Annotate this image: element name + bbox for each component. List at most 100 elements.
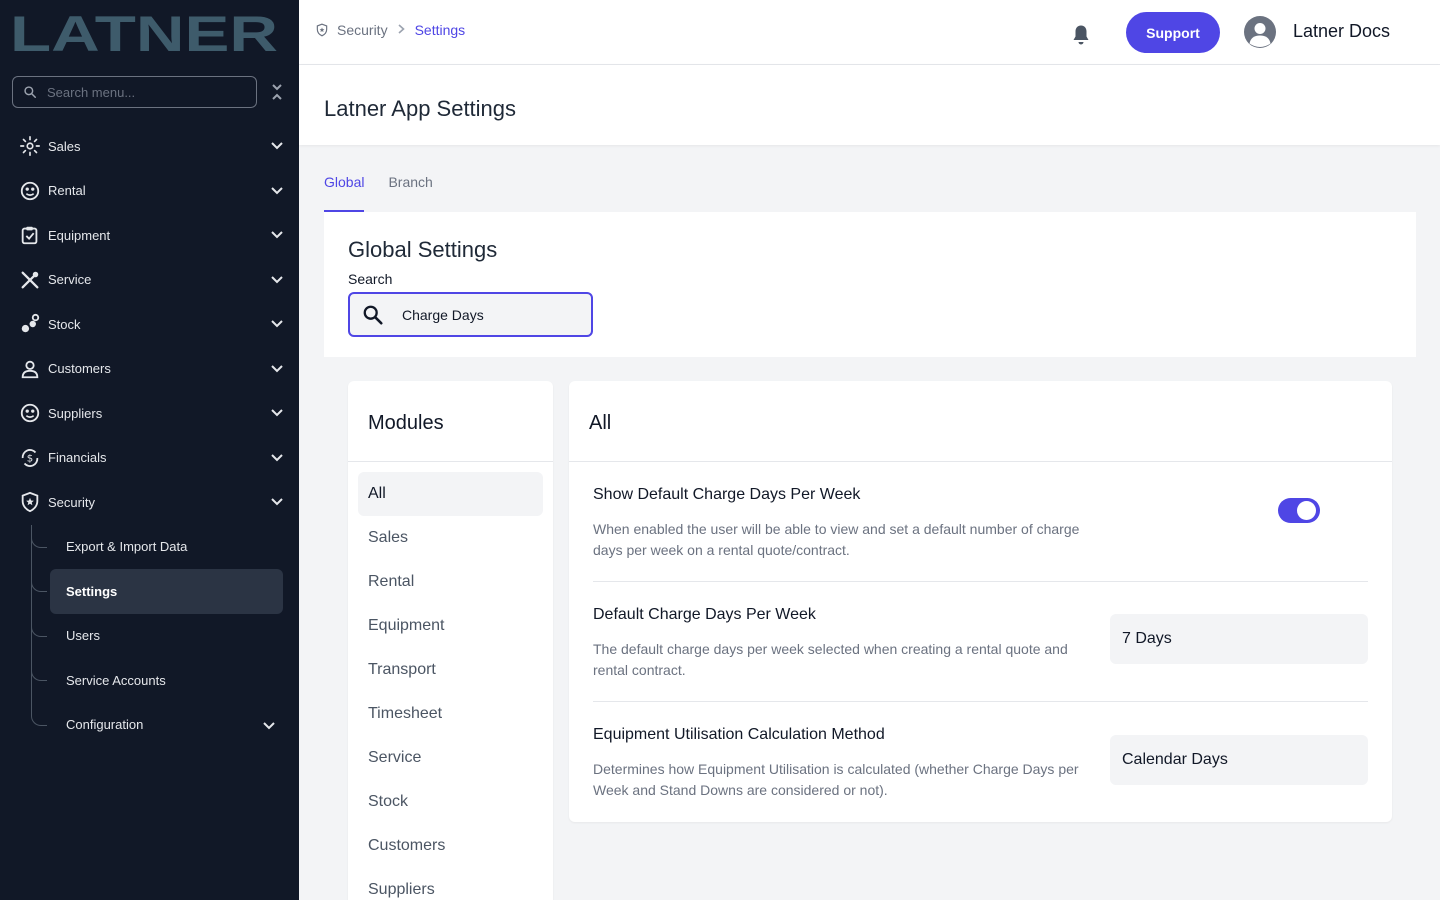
toggle-knob bbox=[1297, 501, 1316, 520]
bell-icon[interactable] bbox=[1071, 24, 1091, 46]
collapse-sidebar-button[interactable] bbox=[268, 82, 286, 102]
module-item-timesheet[interactable]: Timesheet bbox=[358, 692, 543, 736]
modules-list: All Sales Rental Equipment Transport Tim… bbox=[358, 472, 543, 900]
utilisation-method-select[interactable]: Calendar Days bbox=[1110, 735, 1368, 785]
sidebar-item-label: Service bbox=[48, 272, 92, 288]
shield-icon bbox=[316, 23, 328, 37]
setting-description: The default charge days per week selecte… bbox=[593, 641, 1068, 678]
tab-global[interactable]: Global bbox=[324, 162, 365, 212]
divider bbox=[569, 461, 1392, 462]
sidebar-item-label: Financials bbox=[48, 450, 107, 466]
divider bbox=[348, 461, 553, 462]
show-default-charge-days-toggle[interactable] bbox=[1278, 498, 1320, 523]
module-item-stock[interactable]: Stock bbox=[358, 780, 543, 824]
sidebar-item-suppliers[interactable]: Suppliers bbox=[0, 391, 299, 436]
module-item-customers[interactable]: Customers bbox=[358, 824, 543, 868]
settings-search-input[interactable] bbox=[402, 306, 572, 323]
page-title: Latner App Settings bbox=[324, 96, 517, 121]
setting-utilisation-method: Equipment Utilisation Calculation Method… bbox=[593, 726, 1368, 806]
global-settings-title: Global Settings bbox=[348, 237, 498, 262]
avatar[interactable] bbox=[1244, 16, 1276, 48]
user-name[interactable]: Latner Docs bbox=[1293, 21, 1390, 42]
sidebar-item-equipment[interactable]: Equipment bbox=[0, 213, 299, 258]
modules-title: Modules bbox=[368, 412, 444, 434]
customers-icon bbox=[19, 358, 41, 380]
sidebar-subitem-label: Configuration bbox=[66, 717, 144, 733]
modules-card: Modules All Sales Rental Equipment Trans… bbox=[348, 381, 553, 900]
tree-connector bbox=[31, 569, 47, 592]
module-item-service[interactable]: Service bbox=[358, 736, 543, 780]
sidebar-item-rental[interactable]: Rental bbox=[0, 169, 299, 214]
sidebar-nav: Sales Rental Equipment Service Stock Cus… bbox=[0, 124, 299, 747]
chevron-down-icon bbox=[270, 406, 284, 420]
sidebar-search-input[interactable] bbox=[47, 84, 237, 100]
chevron-down-icon bbox=[270, 139, 284, 153]
sidebar-item-label: Sales bbox=[48, 138, 81, 154]
tab-branch[interactable]: Branch bbox=[388, 162, 432, 212]
stock-icon bbox=[19, 313, 41, 335]
sidebar-item-service[interactable]: Service bbox=[0, 258, 299, 303]
sidebar-item-financials[interactable]: $ Financials bbox=[0, 436, 299, 481]
sidebar-item-label: Equipment bbox=[48, 227, 111, 243]
breadcrumb-current[interactable]: Settings bbox=[415, 22, 466, 38]
chevron-down-icon bbox=[270, 495, 284, 509]
chevron-down-icon bbox=[270, 317, 284, 331]
sidebar-subitem-label: Export & Import Data bbox=[66, 539, 188, 555]
default-charge-days-select[interactable]: 7 Days bbox=[1110, 614, 1368, 664]
sidebar-subitem-label: Users bbox=[66, 628, 100, 644]
support-button[interactable]: Support bbox=[1126, 12, 1220, 53]
financials-icon: $ bbox=[19, 447, 41, 469]
chevron-right-icon bbox=[398, 23, 405, 37]
search-label: Search bbox=[348, 271, 393, 287]
sidebar-search[interactable] bbox=[12, 76, 257, 108]
module-item-equipment[interactable]: Equipment bbox=[358, 604, 543, 648]
settings-search[interactable] bbox=[348, 292, 593, 337]
module-item-sales[interactable]: Sales bbox=[358, 516, 543, 560]
tree-connector bbox=[31, 702, 47, 726]
divider bbox=[593, 581, 1368, 582]
settings-card: All Show Default Charge Days Per Week Wh… bbox=[569, 381, 1392, 822]
breadcrumb: Security Settings bbox=[315, 22, 465, 38]
tree-connector bbox=[31, 524, 47, 548]
latner-logo[interactable]: LATNER bbox=[10, 10, 280, 56]
sidebar: LATNER Sales Rental Equipment bbox=[0, 0, 299, 900]
page-title-bar: Latner App Settings bbox=[299, 65, 1440, 145]
settings-tabs: Global Branch bbox=[324, 162, 457, 212]
sidebar-subitem-label: Settings bbox=[66, 583, 118, 599]
collapse-icon bbox=[272, 84, 282, 100]
sidebar-item-sales[interactable]: Sales bbox=[0, 124, 299, 169]
module-item-all[interactable]: All bbox=[358, 472, 543, 516]
equipment-icon bbox=[19, 224, 41, 246]
sidebar-subitem-configuration[interactable]: Configuration bbox=[31, 702, 283, 748]
breadcrumb-security-link[interactable]: Security bbox=[337, 22, 388, 38]
sidebar-subitem-settings[interactable]: Settings bbox=[31, 569, 283, 614]
sidebar-item-security[interactable]: Security bbox=[0, 480, 299, 525]
setting-description: Determines how Equipment Utilisation is … bbox=[593, 761, 1079, 798]
module-item-transport[interactable]: Transport bbox=[358, 648, 543, 692]
rental-icon bbox=[19, 180, 41, 202]
chevron-down-icon bbox=[270, 362, 284, 376]
top-bar: Security Settings Support Latner Docs bbox=[299, 0, 1440, 65]
svg-text:LATNER: LATNER bbox=[10, 10, 278, 56]
sidebar-item-label: Customers bbox=[48, 361, 111, 377]
suppliers-icon bbox=[19, 402, 41, 424]
module-item-rental[interactable]: Rental bbox=[358, 560, 543, 604]
global-settings-panel: Global Settings Search bbox=[324, 212, 1416, 357]
sidebar-subitem-export-import[interactable]: Export & Import Data bbox=[31, 524, 283, 570]
service-icon bbox=[19, 269, 41, 291]
sales-icon bbox=[19, 135, 41, 157]
sidebar-subitem-service-accounts[interactable]: Service Accounts bbox=[31, 658, 283, 703]
divider bbox=[593, 701, 1368, 702]
sidebar-item-customers[interactable]: Customers bbox=[0, 347, 299, 392]
search-icon bbox=[24, 86, 36, 98]
chevron-down-icon bbox=[270, 228, 284, 242]
sidebar-subitem-label: Service Accounts bbox=[66, 672, 166, 688]
sidebar-item-stock[interactable]: Stock bbox=[0, 302, 299, 347]
sidebar-subitem-users[interactable]: Users bbox=[31, 613, 283, 659]
setting-title: Show Default Charge Days Per Week bbox=[593, 486, 861, 503]
sidebar-item-label: Suppliers bbox=[48, 405, 103, 421]
module-item-suppliers[interactable]: Suppliers bbox=[358, 868, 543, 900]
tree-connector bbox=[31, 658, 47, 681]
sidebar-item-label: Rental bbox=[48, 183, 86, 199]
sidebar-item-label: Security bbox=[48, 494, 95, 510]
